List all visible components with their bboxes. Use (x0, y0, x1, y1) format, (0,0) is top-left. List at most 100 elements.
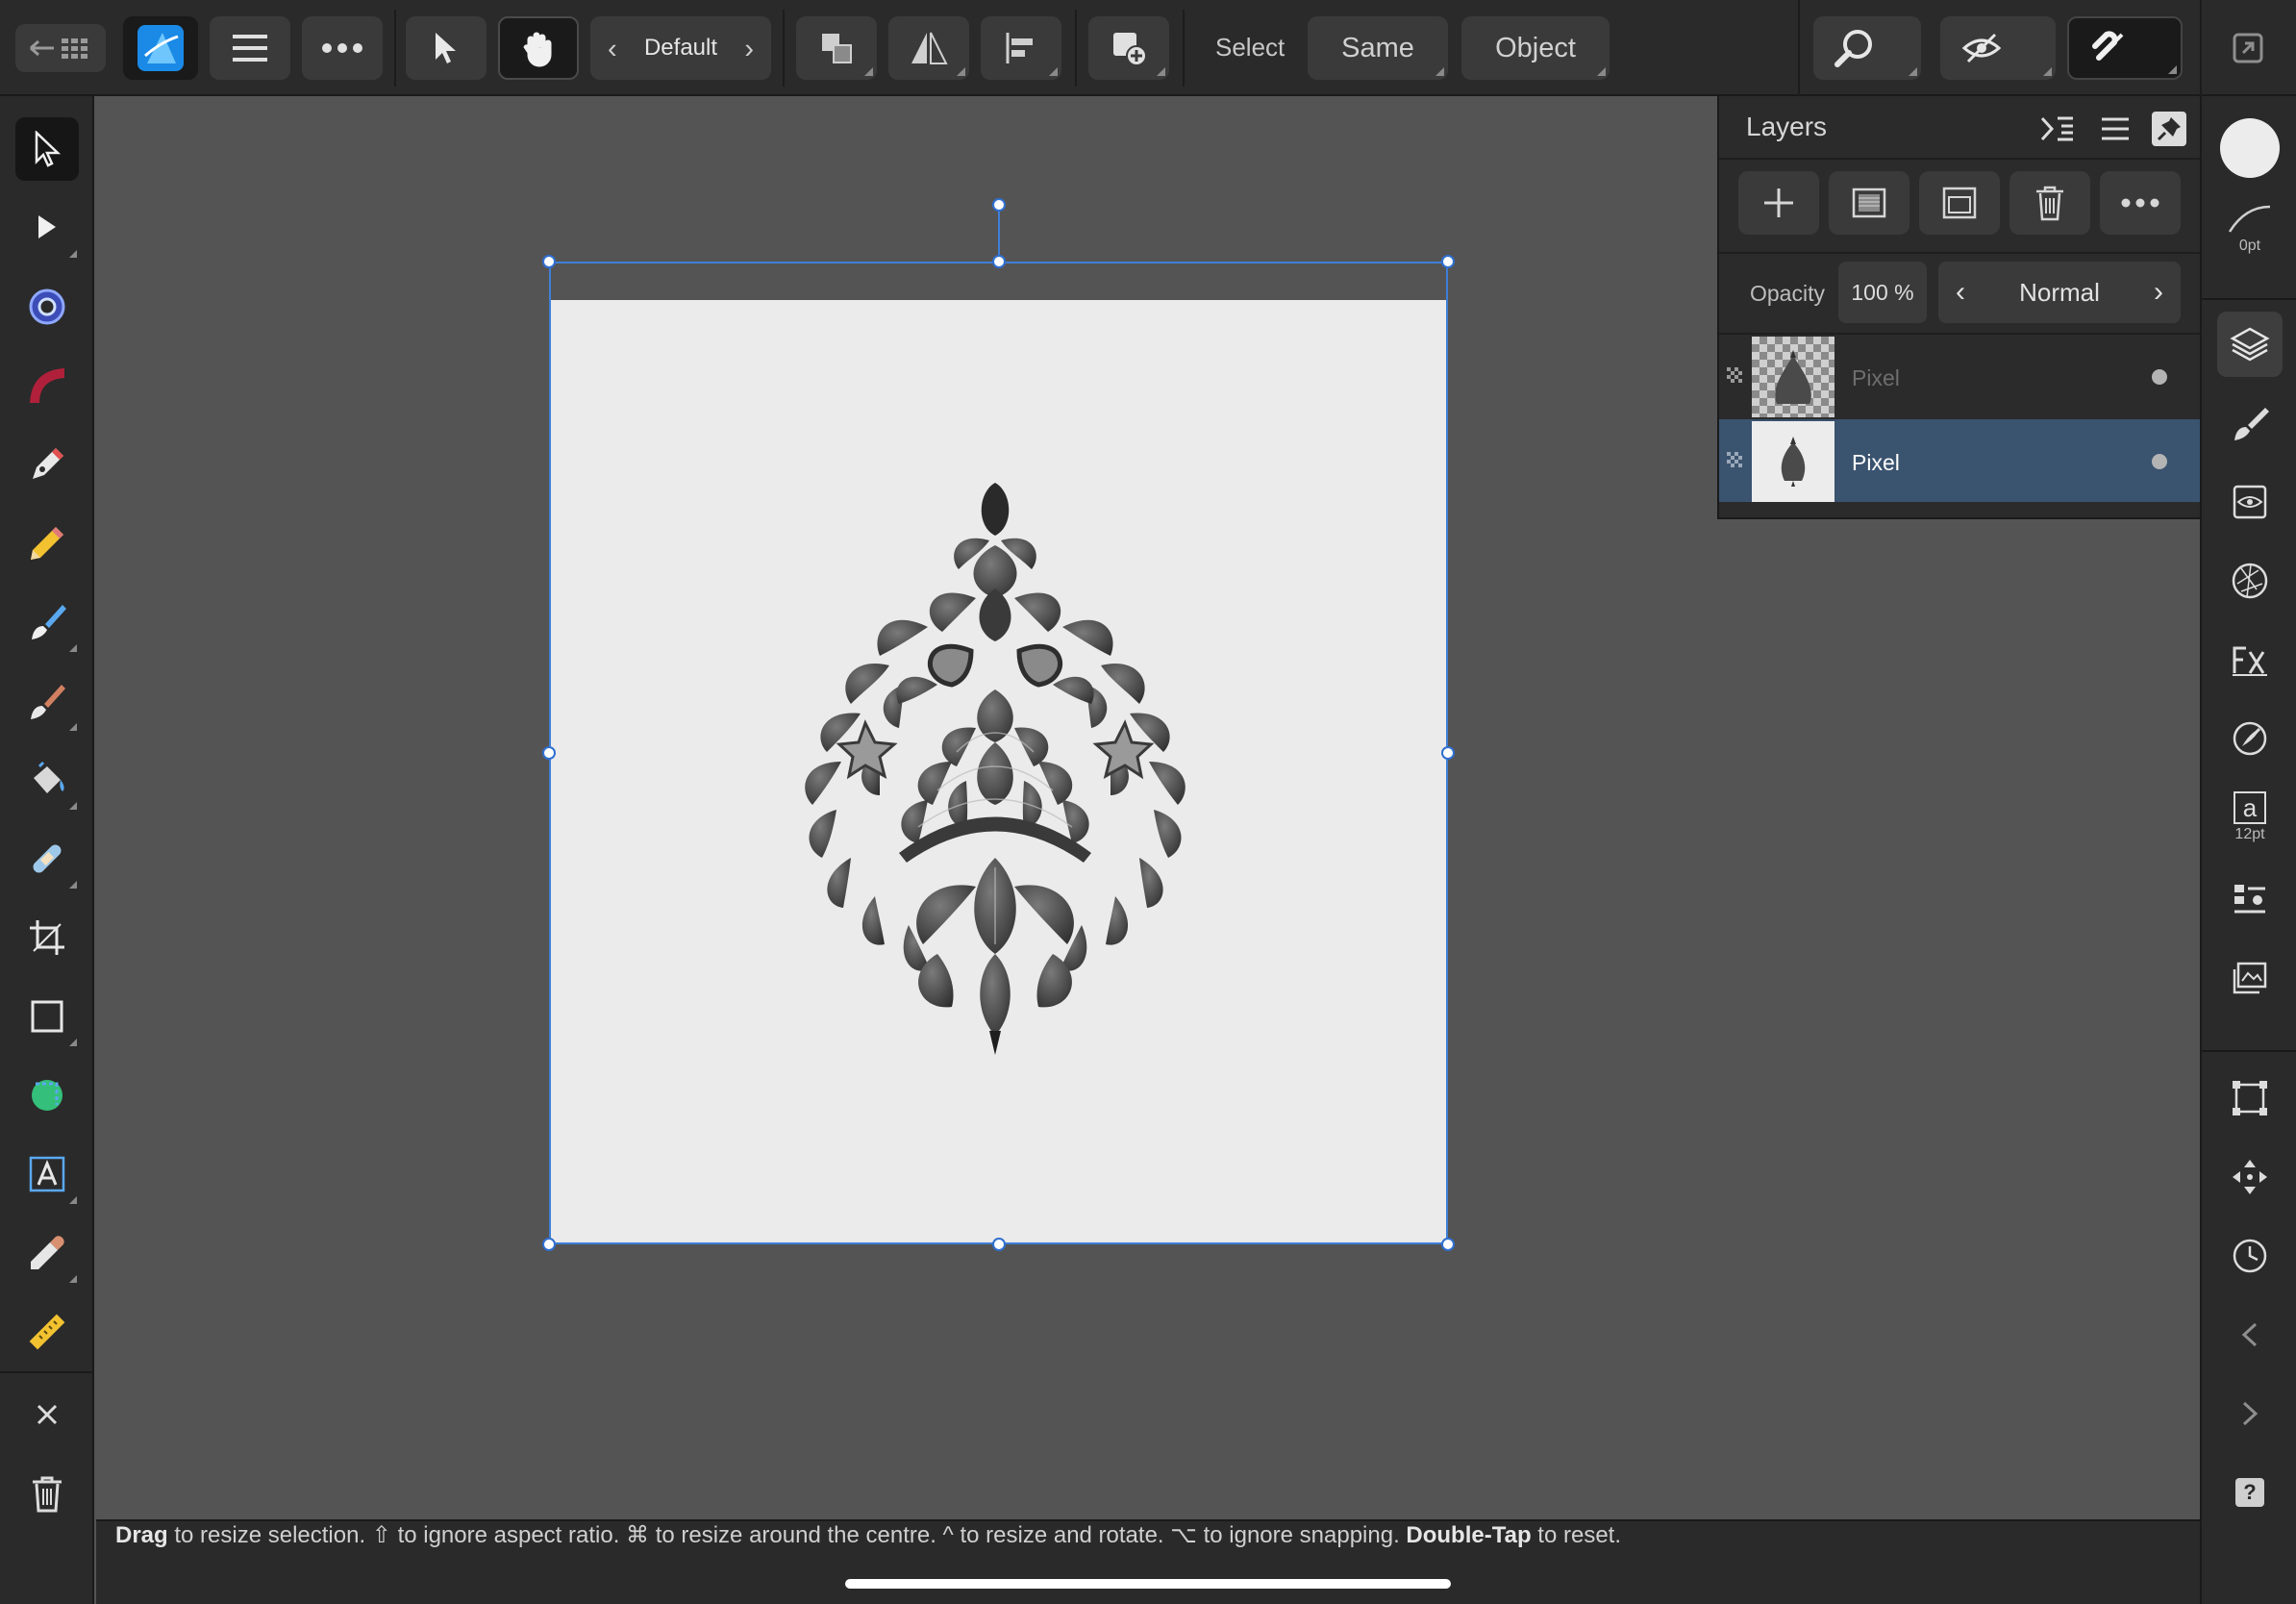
opacity-label: Opacity (1750, 281, 1825, 306)
affinity-photo-persona-button[interactable] (123, 16, 198, 80)
view-tool-button[interactable] (498, 16, 579, 80)
text-tool[interactable] (15, 1142, 79, 1206)
studio-divider (2202, 1050, 2296, 1052)
filters-studio-button[interactable] (2217, 548, 2283, 614)
help-button[interactable]: ? (2217, 1460, 2283, 1525)
layer-name: Pixel (1852, 365, 1900, 390)
undo-button[interactable] (2217, 1302, 2283, 1367)
colour-studio-button[interactable] (2217, 706, 2283, 771)
resize-handle-bottom[interactable] (992, 1238, 1006, 1251)
navigator-studio-button[interactable] (2217, 946, 2283, 1012)
magnifier-icon (1834, 30, 1872, 67)
layer-name: Pixel (1852, 450, 1900, 475)
collapse-panel-button[interactable] (2036, 108, 2079, 150)
group-layers-button[interactable] (1919, 171, 2000, 235)
stroke-width-button[interactable]: 0pt (2217, 196, 2283, 262)
move-tool[interactable] (15, 117, 79, 181)
motif-thumbnail-icon (1781, 437, 1806, 487)
add-layer-button[interactable] (1738, 171, 1819, 235)
snapping-button[interactable] (2067, 16, 2183, 80)
flood-fill-tool[interactable] (15, 748, 79, 812)
swatches-studio-button[interactable] (2217, 867, 2283, 933)
crop-tool[interactable] (15, 906, 79, 969)
rotation-handle[interactable] (992, 198, 1006, 212)
home-indicator[interactable] (845, 1579, 1451, 1589)
healing-brush-tool[interactable] (15, 827, 79, 890)
more-options-button[interactable] (302, 16, 383, 80)
chevron-left-icon[interactable]: ‹ (608, 34, 617, 65)
drag-grip-icon[interactable] (1727, 367, 1742, 385)
history-clock-icon (2233, 1239, 2267, 1273)
blend-mode-selector[interactable]: ‹ Normal › (1938, 262, 2181, 323)
layer-visibility-toggle[interactable] (2152, 454, 2167, 469)
main-menu-button[interactable] (210, 16, 290, 80)
select-object-button[interactable]: Object (1461, 16, 1610, 80)
navigator-icon (2233, 962, 2267, 994)
history-studio-button[interactable] (2217, 1223, 2283, 1289)
persona-selector[interactable]: ‹ Default › (590, 16, 771, 80)
fx-icon (2233, 646, 2267, 676)
text-size-value: 12pt (2234, 826, 2265, 842)
pencil-tool[interactable] (15, 512, 79, 575)
measure-tool[interactable] (15, 1300, 79, 1364)
rectangle-tool[interactable] (15, 985, 79, 1048)
layers-studio-button[interactable] (2217, 312, 2283, 377)
blend-next-chevron-icon[interactable]: › (2154, 276, 2163, 309)
select-same-button[interactable]: Same (1308, 16, 1448, 80)
layer-row-selected[interactable]: Pixel (1719, 419, 2200, 502)
resize-handle-top[interactable] (992, 255, 1006, 268)
colour-picker-tool[interactable] (15, 1221, 79, 1285)
chevron-right-icon[interactable]: › (744, 34, 754, 65)
add-mask-layer-button[interactable] (1829, 171, 1909, 235)
close-icon (37, 1404, 58, 1425)
move-studio-button[interactable] (2217, 1144, 2283, 1210)
layer-visibility-toggle[interactable] (2152, 369, 2167, 385)
resize-handle-bottom-left[interactable] (542, 1238, 556, 1251)
selection-brush-tool[interactable] (15, 196, 79, 260)
quick-mask-button[interactable] (1940, 16, 2056, 80)
panel-menu-button[interactable] (2094, 108, 2136, 150)
fullscreen-button[interactable] (2219, 16, 2277, 80)
transform-box-icon (2233, 1081, 2267, 1115)
back-to-home-button[interactable] (15, 24, 106, 72)
align-button[interactable] (981, 16, 1061, 80)
deselect-button[interactable] (15, 1383, 79, 1446)
flip-button[interactable] (888, 16, 969, 80)
ellipsis-icon (322, 43, 362, 53)
pen-tool[interactable] (15, 433, 79, 496)
stroke-curve-icon (2228, 205, 2271, 233)
zoom-button[interactable] (1813, 16, 1921, 80)
swatches-list-icon (2234, 885, 2265, 914)
opacity-field[interactable]: 100 % (1838, 262, 1927, 323)
insert-button[interactable] (1088, 16, 1169, 80)
drag-grip-icon[interactable] (1727, 452, 1742, 469)
arrange-button[interactable] (796, 16, 877, 80)
text-studio-button[interactable]: a 12pt (2217, 785, 2283, 850)
colour-replacement-brush-tool[interactable] (15, 669, 79, 733)
vector-crop-tool[interactable] (15, 1064, 79, 1127)
delete-layer-button[interactable] (2009, 171, 2090, 235)
resize-handle-top-left[interactable] (542, 255, 556, 268)
move-tool-button[interactable] (406, 16, 487, 80)
resize-handle-bottom-right[interactable] (1441, 1238, 1455, 1251)
resize-handle-top-right[interactable] (1441, 255, 1455, 268)
brushes-studio-button[interactable] (2217, 390, 2283, 456)
redo-button[interactable] (2217, 1381, 2283, 1446)
collapse-window-icon (2233, 33, 2263, 63)
flood-select-tool[interactable] (15, 275, 79, 338)
resize-handle-left[interactable] (542, 746, 556, 760)
panel-divider (1719, 158, 2202, 160)
gradient-tool[interactable] (15, 354, 79, 417)
blend-prev-chevron-icon[interactable]: ‹ (1956, 276, 1965, 309)
delete-button[interactable] (15, 1462, 79, 1525)
layer-row[interactable]: Pixel (1719, 335, 2200, 417)
layer-options-button[interactable] (2100, 171, 2181, 235)
adjustments-studio-button[interactable] (2217, 469, 2283, 535)
resize-handle-right[interactable] (1441, 746, 1455, 760)
panel-divider (1719, 252, 2202, 254)
fill-colour-swatch[interactable] (2217, 115, 2283, 181)
transform-studio-button[interactable] (2217, 1065, 2283, 1131)
pin-panel-button[interactable] (2152, 112, 2186, 146)
paint-brush-tool[interactable] (15, 590, 79, 654)
effects-studio-button[interactable] (2217, 627, 2283, 692)
